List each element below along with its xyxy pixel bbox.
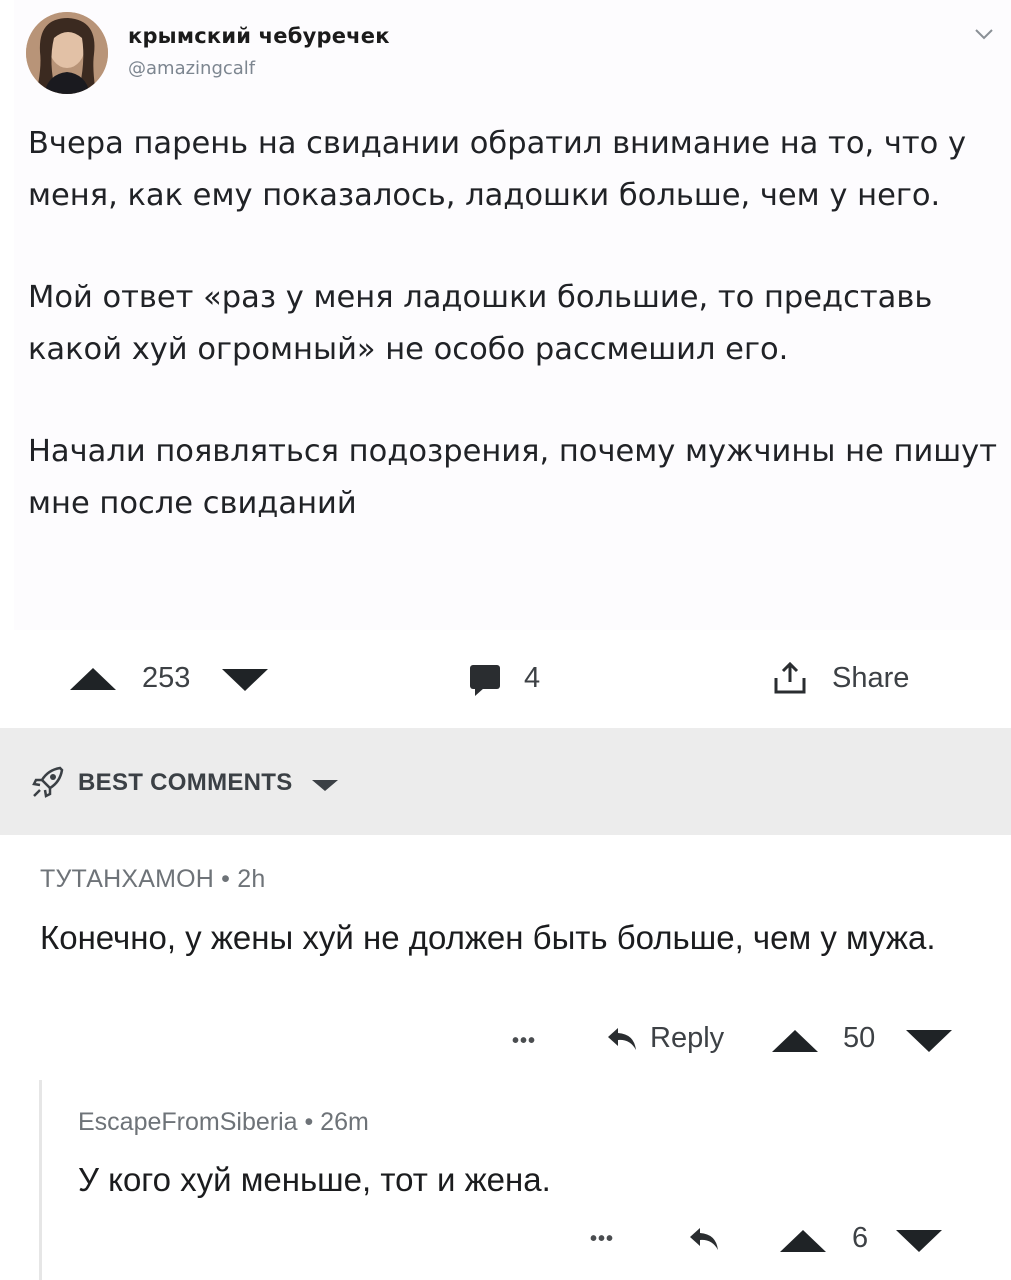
downvote-icon[interactable]	[906, 1030, 952, 1052]
rocket-icon	[32, 766, 64, 798]
comment-meta[interactable]: ТУТАНХАМОН • 2h	[40, 865, 265, 894]
reply-icon[interactable]	[604, 1024, 640, 1054]
reply-button[interactable]: Reply	[650, 1022, 724, 1055]
thread-line	[39, 1080, 42, 1280]
avatar[interactable]	[26, 12, 108, 94]
more-options-icon[interactable]: •••	[590, 1228, 614, 1251]
user-handle[interactable]: @amazingcalf	[128, 58, 255, 79]
upvote-icon[interactable]	[772, 1030, 818, 1052]
comment-score: 6	[852, 1222, 869, 1254]
caret-down-icon[interactable]	[312, 780, 338, 791]
share-button[interactable]: Share	[832, 662, 909, 695]
avatar-image	[26, 12, 108, 94]
tweet-paragraph: Начали появляться подозрения, почему муж…	[28, 434, 997, 521]
tweet-card: крымский чебуречек @amazingcalf Вчера па…	[0, 0, 1011, 630]
tweet-text: Вчера парень на свидании обратил внимани…	[28, 118, 998, 580]
upvote-icon[interactable]	[70, 668, 116, 690]
post-action-bar: 253 4 Share	[0, 640, 1011, 720]
comment-score: 50	[843, 1022, 876, 1054]
downvote-icon[interactable]	[222, 669, 268, 691]
reply-icon[interactable]	[686, 1224, 722, 1254]
tweet-paragraph: Вчера парень на свидании обратил внимани…	[28, 126, 967, 213]
chevron-down-icon[interactable]	[972, 22, 996, 46]
share-icon[interactable]	[772, 662, 808, 694]
comments-count[interactable]: 4	[524, 662, 540, 695]
comments-sort-bar[interactable]: BEST COMMENTS	[0, 728, 1011, 835]
upvote-icon[interactable]	[780, 1230, 826, 1252]
comment-meta[interactable]: EscapeFromSiberia • 26m	[78, 1108, 369, 1137]
comment-icon[interactable]	[470, 665, 500, 696]
comment-text: У кого хуй меньше, тот и жена.	[78, 1161, 551, 1198]
best-comments-label[interactable]: BEST COMMENTS	[78, 769, 293, 797]
display-name[interactable]: крымский чебуречек	[128, 24, 390, 48]
tweet-paragraph: Мой ответ «раз у меня ладошки большие, т…	[28, 280, 933, 367]
downvote-icon[interactable]	[896, 1230, 942, 1252]
post-score: 253	[142, 662, 191, 694]
comment-text: Конечно, у жены хуй не должен быть больш…	[40, 919, 936, 956]
more-options-icon[interactable]: •••	[512, 1030, 536, 1053]
